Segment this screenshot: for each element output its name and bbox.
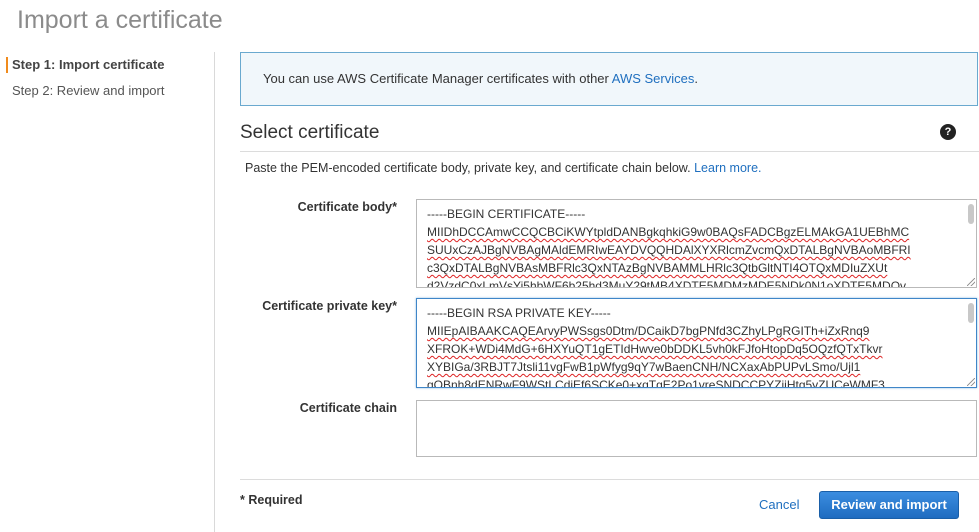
help-icon[interactable]: ? [940, 124, 956, 140]
section-description: Paste the PEM-encoded certificate body, … [245, 161, 762, 175]
certificate-body-label: Certificate body* [297, 200, 397, 214]
required-note: * Required [240, 493, 303, 507]
cancel-button[interactable]: Cancel [759, 497, 799, 512]
step-import-certificate[interactable]: Step 1: Import certificate [0, 52, 215, 78]
certificate-chain-label: Certificate chain [299, 401, 397, 415]
footer-divider [240, 479, 979, 480]
scrollbar[interactable] [968, 303, 974, 323]
text-line: SUUxCzAJBgNVBAgMAldEMRIwEAYDVQQHDAlXYXRl… [427, 243, 911, 257]
learn-more-link[interactable]: Learn more. [694, 161, 761, 175]
text-line: -----BEGIN RSA PRIVATE KEY----- [427, 306, 611, 320]
text-line: c3QxDTALBgNVBAsMBFRlc3QxNTAzBgNVBAMMLHRl… [427, 261, 888, 275]
aws-services-link[interactable]: AWS Services [612, 71, 695, 86]
certificate-private-key-input[interactable]: -----BEGIN RSA PRIVATE KEY----- MIIEpAIB… [416, 298, 977, 388]
text-line: -----BEGIN CERTIFICATE----- [427, 207, 586, 221]
info-text: You can use AWS Certificate Manager cert… [263, 71, 612, 86]
text-line: XYBIGa/3RBJT7Jtsli11vgFwB1pWfyg9qY7wBaen… [427, 360, 861, 374]
step-review-and-import[interactable]: Step 2: Review and import [0, 78, 215, 104]
page-title: Import a certificate [17, 6, 223, 34]
description-text: Paste the PEM-encoded certificate body, … [245, 161, 695, 175]
info-suffix: . [694, 71, 698, 86]
text-line: MIIEpAIBAAKCAQEArvyPWSsgs0Dtm/DCaikD7bgP… [427, 324, 870, 338]
private-key-content: -----BEGIN RSA PRIVATE KEY----- MIIEpAIB… [417, 299, 976, 388]
certificate-body-input[interactable]: -----BEGIN CERTIFICATE----- MIIDhDCCAmwC… [416, 199, 977, 288]
info-banner: You can use AWS Certificate Manager cert… [240, 52, 978, 106]
certificate-private-key-label: Certificate private key* [262, 299, 397, 313]
sidebar-divider [214, 52, 215, 532]
certificate-body-content: -----BEGIN CERTIFICATE----- MIIDhDCCAmwC… [417, 200, 976, 288]
resize-handle-icon[interactable] [967, 278, 975, 286]
text-line: XFROK+WDi4MdG+6HXYuQT1gETIdHwve0bDDKL5vh… [427, 342, 883, 356]
scrollbar[interactable] [968, 204, 974, 224]
section-title: Select certificate [240, 122, 380, 143]
review-and-import-button[interactable]: Review and import [819, 491, 959, 519]
text-line: MIIDhDCCAmwCCQCBCiKWYtpldDANBgkqhkiG9w0B… [427, 225, 910, 239]
wizard-steps: Step 1: Import certificate Step 2: Revie… [0, 52, 215, 104]
resize-handle-icon[interactable] [967, 378, 975, 386]
text-line: d2VzdC0xLmVsYi5hbWF6b25hd3MuY29tMB4XDTE5… [427, 279, 907, 288]
section-divider [240, 151, 979, 152]
certificate-chain-input[interactable] [416, 400, 977, 457]
text-line: gQBnh8dENRwF9WStLCdiEf6SCKe0+xqTgE2Po1vr… [427, 378, 885, 388]
